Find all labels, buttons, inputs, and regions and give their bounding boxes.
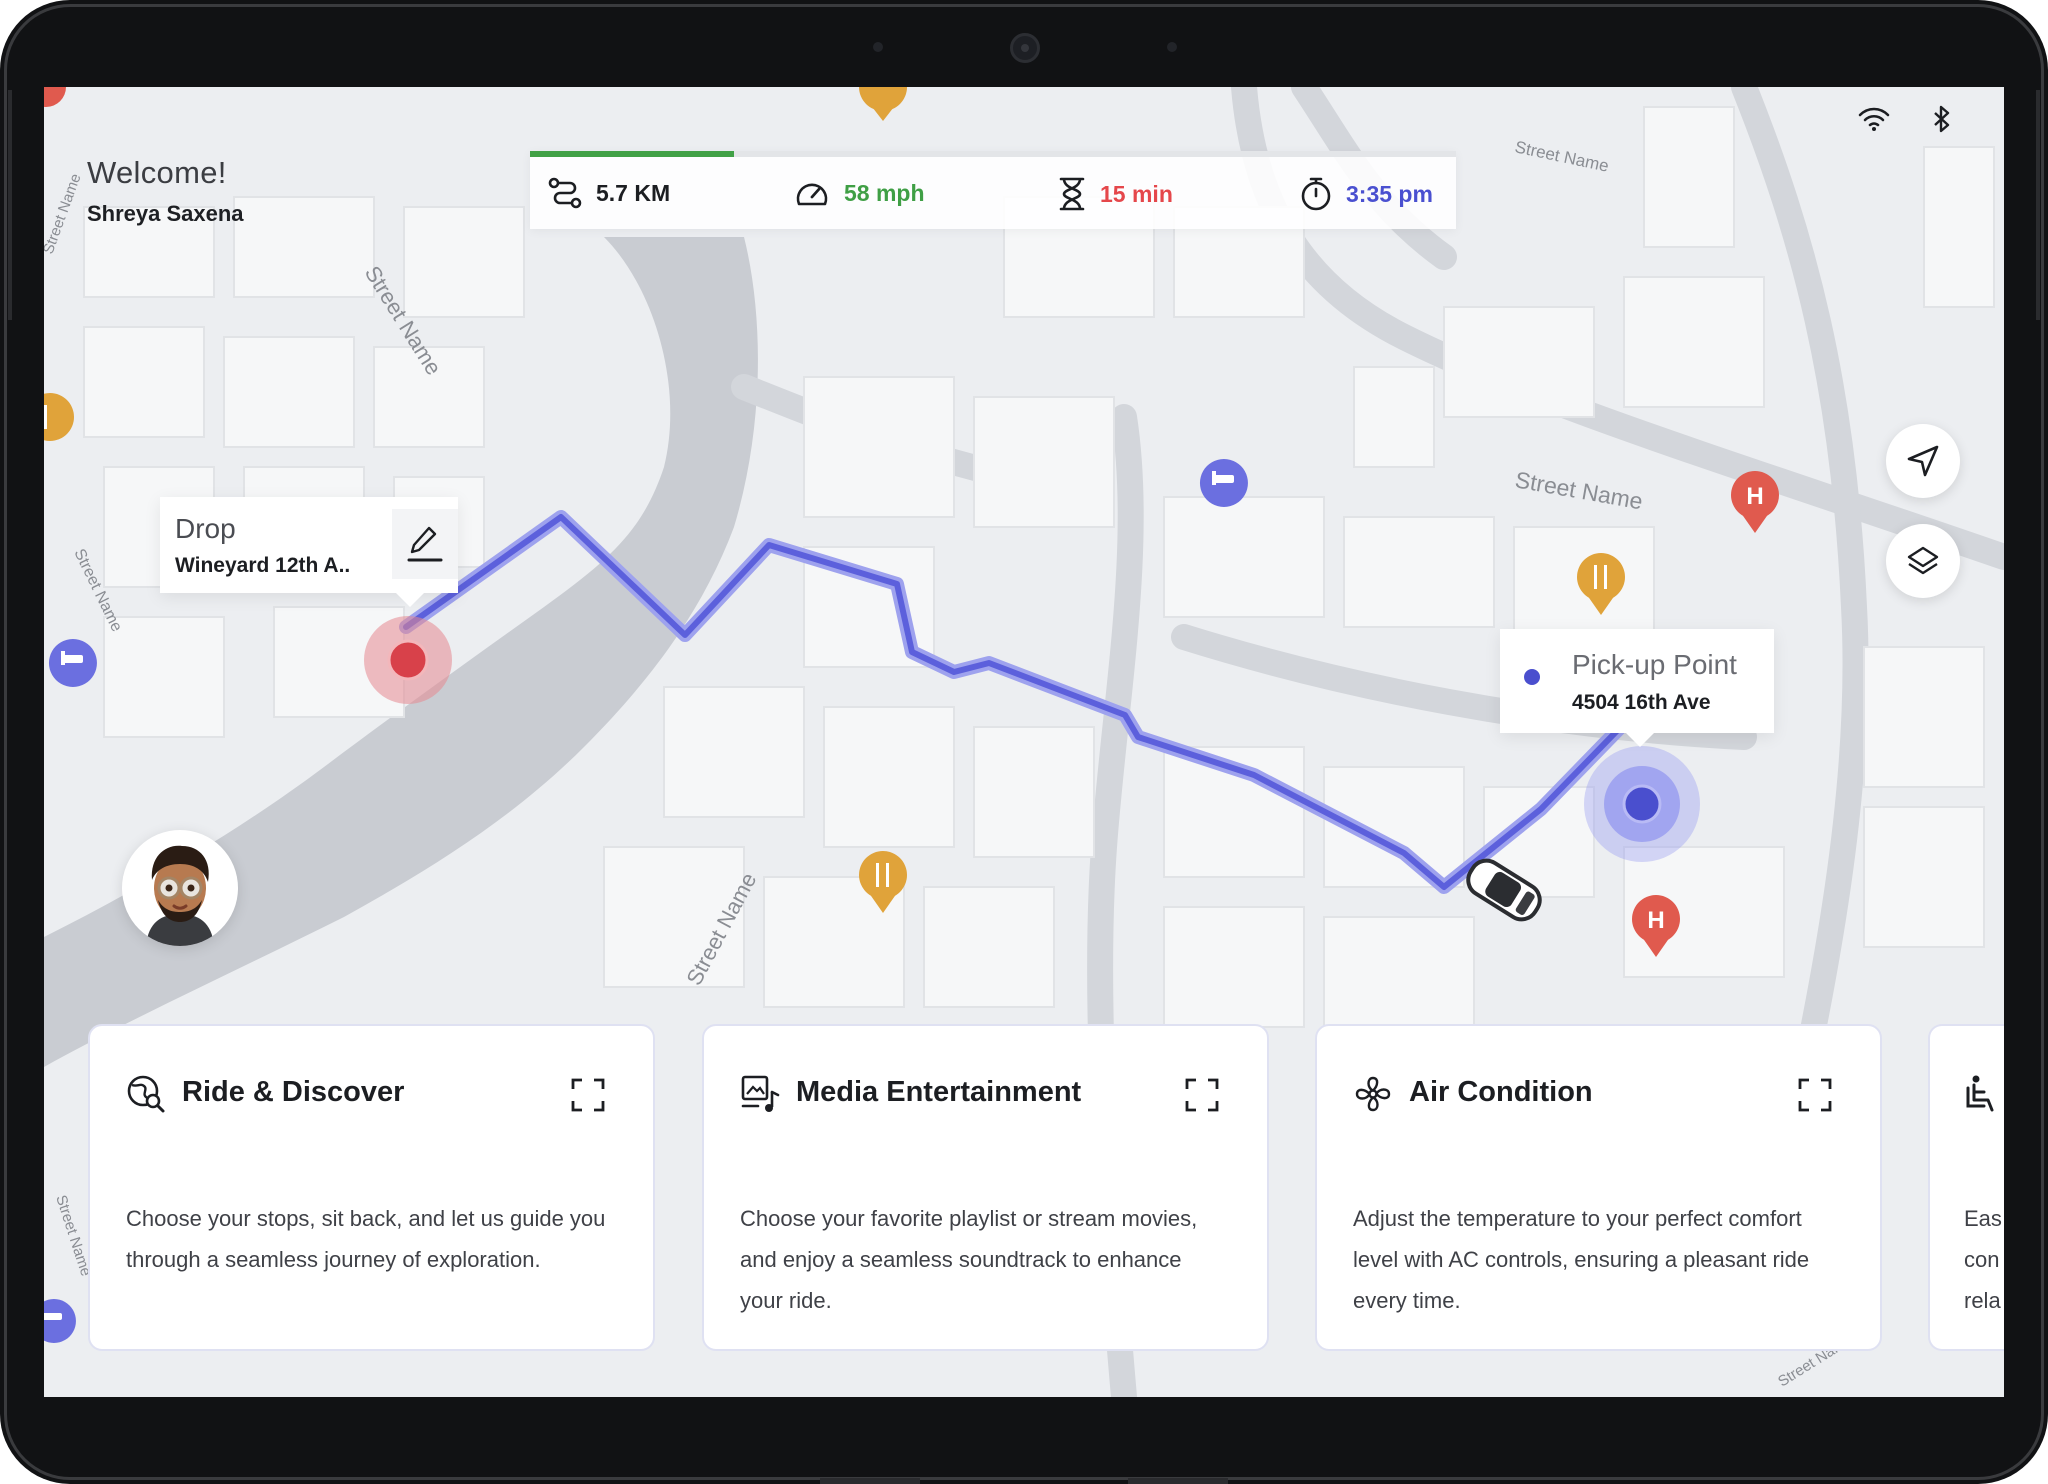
pickup-card-pointer <box>1626 733 1654 747</box>
drop-marker[interactable] <box>387 639 429 681</box>
card-description: Choose your stops, sit back, and let us … <box>126 1206 606 1272</box>
expand-icon[interactable] <box>1798 1078 1832 1112</box>
duration-value: 15 min <box>1100 180 1173 207</box>
pickup-marker[interactable] <box>1622 784 1662 824</box>
welcome-greeting: Welcome! <box>87 155 227 190</box>
edit-pencil-icon <box>407 526 443 562</box>
side-button <box>8 90 12 320</box>
distance-value: 5.7 KM <box>596 179 671 206</box>
pickup-dot <box>1524 669 1540 685</box>
drop-address: Wineyard 12th A.. <box>175 554 351 577</box>
drop-location-card[interactable]: Drop Wineyard 12th A.. <box>160 497 458 607</box>
seat-icon <box>1966 1075 1994 1112</box>
card-description: Adjust the temperature to your perfect c… <box>1353 1206 1810 1313</box>
edit-drop-button[interactable] <box>392 509 458 579</box>
svg-text:H: H <box>1647 907 1664 934</box>
drop-card-pointer <box>396 593 424 607</box>
media-entertainment-card[interactable]: Media Entertainment Choose your favorite… <box>702 1024 1269 1351</box>
card-description: Choose your favorite playlist or stream … <box>740 1206 1198 1313</box>
status-icons <box>1858 105 1952 133</box>
speed-stat: 58 mph <box>794 177 925 209</box>
route-icon <box>548 177 582 209</box>
svg-text:H: H <box>1746 483 1763 510</box>
expand-icon[interactable] <box>571 1078 605 1112</box>
map-layers-button[interactable] <box>1886 524 1960 598</box>
card-title: Media Entertainment <box>796 1076 1082 1108</box>
pickup-label: Pick-up Point <box>1572 649 1737 680</box>
card-description: Eas con rela <box>1964 1206 2002 1313</box>
hotel-pin-icon[interactable] <box>48 639 97 687</box>
front-sensor <box>1167 42 1177 52</box>
user-name: Shreya Saxena <box>87 201 244 226</box>
duration-stat: 15 min <box>1058 177 1173 211</box>
hourglass-icon <box>1059 177 1085 211</box>
wifi-icon <box>1858 107 1890 131</box>
ride-discover-card[interactable]: Ride & Discover Choose your stops, sit b… <box>88 1024 655 1351</box>
pickup-address: 4504 16th Ave <box>1572 691 1711 714</box>
trip-progress-fill <box>530 151 734 157</box>
bottom-connector <box>820 1478 920 1484</box>
drop-label: Drop <box>175 513 236 544</box>
side-button <box>2036 90 2040 320</box>
front-camera <box>1010 33 1040 63</box>
hotel-pin-icon[interactable] <box>1199 459 1248 507</box>
avatar-face-icon <box>146 845 214 946</box>
speedometer-icon <box>796 183 828 206</box>
card-title: Ride & Discover <box>182 1076 405 1108</box>
seat-card[interactable]: Eas con rela <box>1928 1024 2004 1351</box>
front-sensor <box>873 42 883 52</box>
welcome-block: Welcome! Shreya Saxena <box>87 155 244 227</box>
navigation-arrow-icon <box>1907 445 1939 477</box>
arrival-stat: 3:35 pm <box>1300 177 1433 211</box>
trip-stats-bar: 5.7 KM 58 mph 15 min 3:35 pm <box>530 151 1456 229</box>
distance-stat: 5.7 KM <box>548 177 670 209</box>
speed-value: 58 mph <box>844 179 925 206</box>
air-condition-card[interactable]: Air Condition Adjust the temperature to … <box>1315 1024 1882 1351</box>
fan-icon <box>1355 1076 1391 1112</box>
expand-icon[interactable] <box>1185 1078 1219 1112</box>
bottom-connector <box>1128 1478 1228 1484</box>
pickup-location-card[interactable]: Pick-up Point 4504 16th Ave <box>1500 629 1774 747</box>
bluetooth-icon <box>1934 105 1950 133</box>
stopwatch-icon <box>1301 177 1331 211</box>
globe-search-icon <box>127 1075 165 1113</box>
locate-me-button[interactable] <box>1886 424 1960 498</box>
driver-avatar[interactable] <box>122 830 238 946</box>
card-title: Air Condition <box>1409 1076 1593 1108</box>
media-music-icon <box>741 1075 780 1112</box>
arrival-value: 3:35 pm <box>1346 180 1433 207</box>
layers-icon <box>1907 546 1939 575</box>
app-screen: Street Name Street Name Street Name Stre… <box>44 87 2004 1397</box>
